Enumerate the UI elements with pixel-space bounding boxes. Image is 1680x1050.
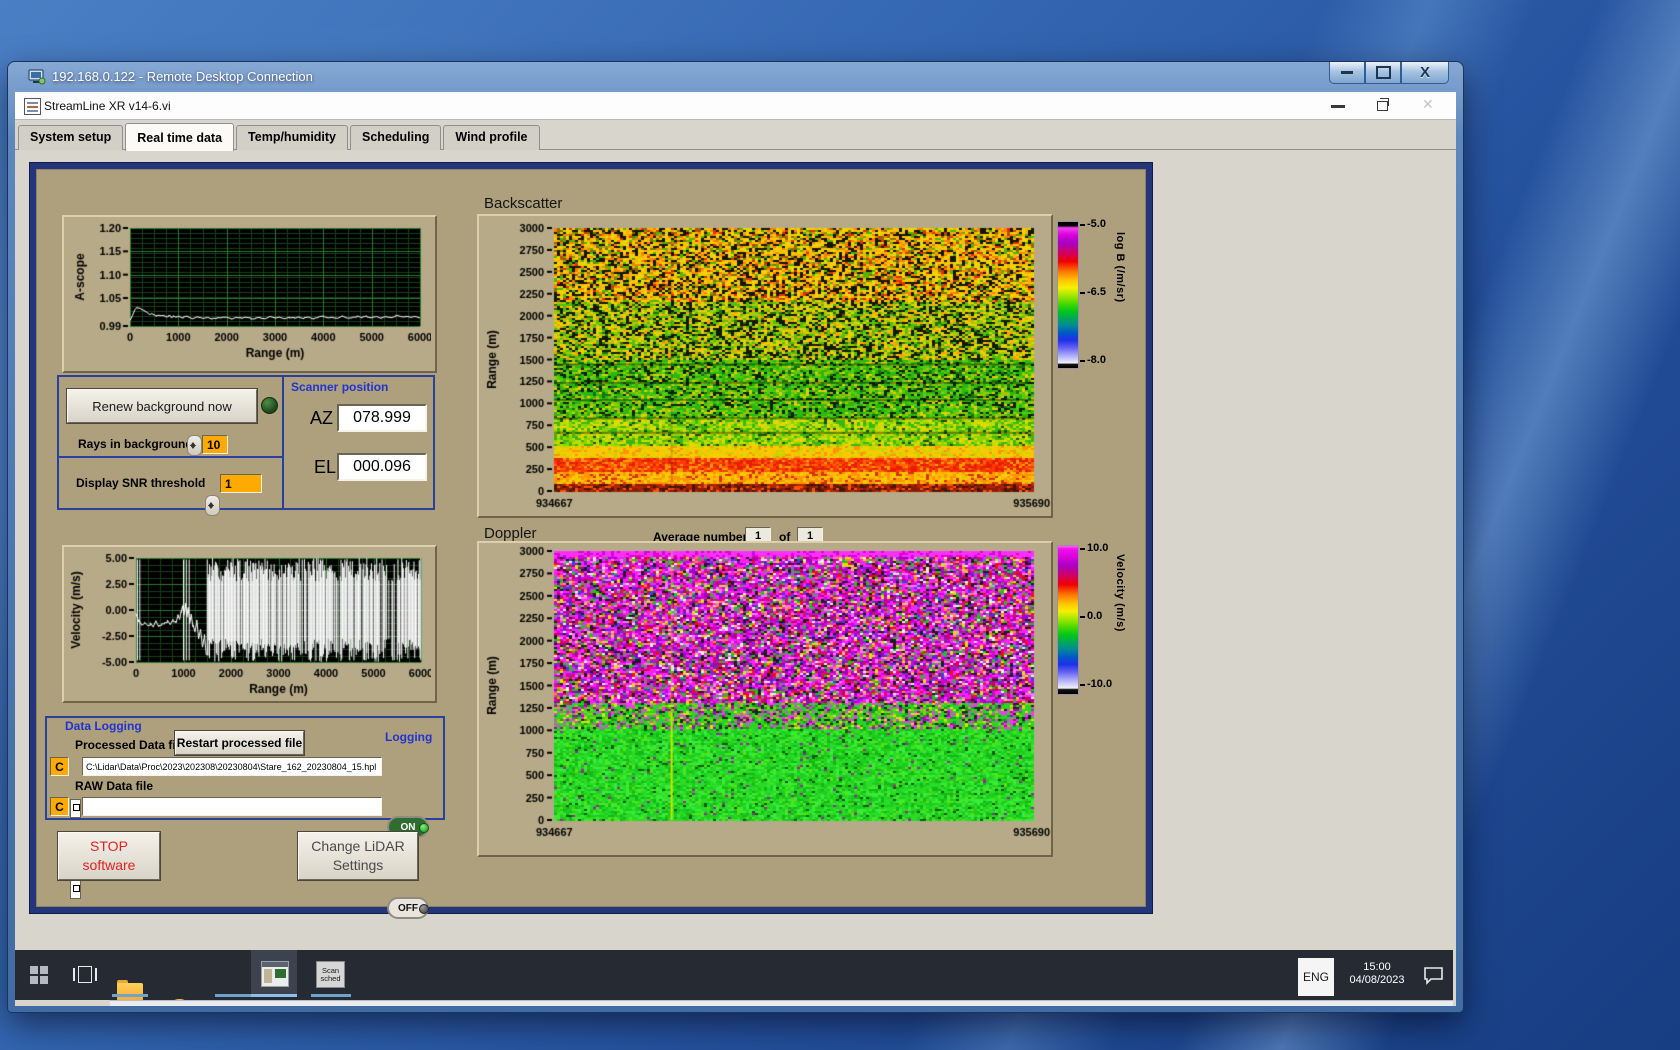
backscatter-heatmap[interactable] bbox=[480, 216, 1058, 512]
backscatter-colorbar bbox=[1057, 221, 1079, 369]
rdp-client-area: StreamLine XR v14-6.vi ✕ System setup Re… bbox=[15, 92, 1456, 1006]
close-icon: X bbox=[1419, 64, 1430, 81]
scanner-position-title: Scanner position bbox=[291, 380, 389, 394]
backscatter-cbar-max: -5.0 bbox=[1087, 218, 1106, 230]
doppler-cbar-min: -10.0 bbox=[1087, 678, 1113, 690]
rdp-horizontal-scrollbar[interactable] bbox=[110, 1000, 1453, 1006]
streamline-app-icon bbox=[261, 961, 289, 987]
snr-spinner[interactable] bbox=[205, 495, 220, 516]
rays-spinner[interactable] bbox=[187, 435, 202, 456]
stop-software-button[interactable]: STOP software bbox=[58, 832, 160, 880]
ascope-plot[interactable] bbox=[64, 217, 431, 367]
backscatter-title: Backscatter bbox=[484, 195, 563, 212]
rdp-computer-icon bbox=[28, 69, 46, 85]
el-label: EL bbox=[314, 457, 337, 477]
remote-taskbar: Scan sched ENG 15:00 04/08/2023 bbox=[15, 950, 1453, 1006]
rdp-titlebar[interactable]: 192.168.0.122 - Remote Desktop Connectio… bbox=[8, 62, 1463, 92]
processed-path-field[interactable]: C:\Lidar\Data\Proc\2023\202308\20230804\… bbox=[82, 757, 382, 776]
restart-processed-file-button[interactable]: Restart processed file bbox=[175, 731, 304, 755]
desktop: 192.168.0.122 - Remote Desktop Connectio… bbox=[0, 0, 1680, 1050]
rdp-window: 192.168.0.122 - Remote Desktop Connectio… bbox=[8, 62, 1463, 1012]
language-indicator[interactable]: ENG bbox=[1298, 958, 1334, 996]
start-button[interactable] bbox=[30, 966, 48, 984]
tab-wind-profile[interactable]: Wind profile bbox=[443, 125, 540, 150]
doppler-cbar-max: 10.0 bbox=[1087, 542, 1109, 554]
raw-path-field[interactable] bbox=[82, 797, 382, 816]
vi-window-title: StreamLine XR v14-6.vi bbox=[44, 99, 171, 113]
tab-system-setup[interactable]: System setup bbox=[18, 125, 124, 150]
notification-center-icon[interactable] bbox=[1423, 966, 1445, 985]
vi-close-button[interactable]: ✕ bbox=[1422, 96, 1434, 113]
doppler-heatmap[interactable] bbox=[480, 543, 1058, 851]
velocity-plot[interactable] bbox=[64, 547, 431, 697]
backscatter-cbar-mid: -6.5 bbox=[1087, 286, 1106, 298]
scanner-position-groupbox bbox=[282, 375, 435, 510]
vi-titlebar[interactable]: StreamLine XR v14-6.vi ✕ bbox=[15, 92, 1456, 120]
minimize-button[interactable] bbox=[1329, 62, 1365, 84]
rays-value-field[interactable]: 10 bbox=[202, 435, 228, 454]
maximize-icon bbox=[1375, 66, 1391, 79]
vi-app-icon bbox=[24, 98, 41, 115]
raw-drive-button[interactable]: C bbox=[50, 797, 69, 816]
minimize-icon bbox=[1341, 71, 1353, 74]
close-button[interactable]: X bbox=[1401, 62, 1449, 84]
data-logging-title: Data Logging bbox=[65, 719, 142, 733]
processed-browse-icon[interactable] bbox=[70, 799, 81, 818]
doppler-cbar-label: Velocity (m/s) bbox=[1114, 554, 1126, 632]
el-value-field[interactable]: 000.096 bbox=[337, 453, 427, 481]
tab-scheduling[interactable]: Scheduling bbox=[350, 125, 442, 150]
rays-in-background-label: Rays in background bbox=[78, 437, 193, 451]
vi-restore-button[interactable] bbox=[1377, 98, 1389, 111]
raw-logging-toggle[interactable]: OFF bbox=[387, 897, 429, 919]
processed-drive-button[interactable]: C bbox=[50, 757, 69, 776]
doppler-title: Doppler bbox=[484, 525, 537, 542]
rdp-window-title: 192.168.0.122 - Remote Desktop Connectio… bbox=[52, 69, 313, 84]
file-explorer-icon[interactable] bbox=[117, 980, 143, 1001]
background-status-led bbox=[261, 397, 278, 414]
processed-data-file-label: Processed Data file bbox=[75, 738, 186, 752]
renew-background-button[interactable]: Renew background now bbox=[67, 389, 257, 423]
tab-bar: System setup Real time data Temp/humidit… bbox=[15, 119, 1456, 151]
doppler-colorbar bbox=[1057, 545, 1079, 695]
vi-minimize-button[interactable] bbox=[1331, 105, 1345, 108]
tab-real-time-data[interactable]: Real time data bbox=[125, 123, 235, 151]
logging-label: Logging bbox=[385, 730, 433, 744]
maximize-button[interactable] bbox=[1365, 62, 1401, 84]
taskbar-time: 15:00 bbox=[1363, 961, 1391, 973]
taskbar-date: 04/08/2023 bbox=[1349, 974, 1405, 986]
tab-temp-humidity[interactable]: Temp/humidity bbox=[236, 125, 349, 150]
raw-data-file-label: RAW Data file bbox=[75, 779, 154, 793]
backscatter-cbar-min: -8.0 bbox=[1087, 354, 1106, 366]
change-lidar-settings-button[interactable]: Change LiDAR Settings bbox=[298, 832, 418, 880]
az-value-field[interactable]: 078.999 bbox=[337, 404, 427, 432]
backscatter-cbar-label: log B (/m/sr) bbox=[1114, 232, 1126, 303]
taskbar-clock[interactable]: 15:00 04/08/2023 bbox=[1342, 961, 1412, 987]
doppler-cbar-mid: 0.0 bbox=[1087, 610, 1103, 622]
task-view-icon[interactable] bbox=[73, 966, 97, 983]
snr-threshold-label: Display SNR threshold bbox=[76, 476, 206, 490]
snr-value-field[interactable]: 1 bbox=[220, 474, 262, 493]
active-app-button[interactable] bbox=[251, 950, 297, 997]
az-label: AZ bbox=[310, 408, 334, 428]
raw-browse-icon[interactable] bbox=[70, 880, 81, 899]
scan-scheduler-icon[interactable]: Scan sched bbox=[316, 961, 345, 988]
